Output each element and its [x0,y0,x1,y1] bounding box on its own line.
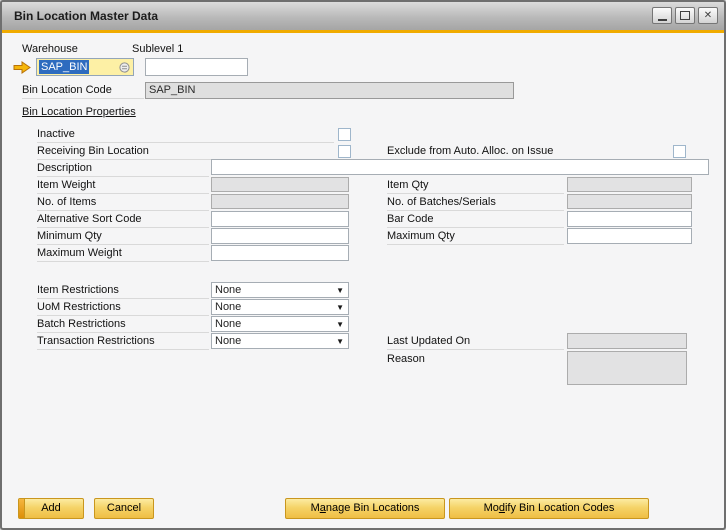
alternative-sort-code-input[interactable] [211,211,349,227]
warehouse-field[interactable]: SAP_BIN [36,58,134,76]
maximize-button[interactable] [675,7,695,24]
modify-bin-location-codes-button[interactable]: Modify Bin Location Codes [449,498,649,519]
description-input[interactable] [211,159,709,175]
minimum-qty-label: Minimum Qty [37,230,102,242]
title-bar: Bin Location Master Data ✕ [2,2,724,30]
section-title-bin-location-properties: Bin Location Properties [22,106,136,118]
row-underline [37,298,209,299]
bar-code-input[interactable] [567,211,692,227]
batch-restrictions-label: Batch Restrictions [37,318,126,330]
row-underline [37,227,209,228]
minimize-button[interactable] [652,7,672,24]
row-underline [387,210,564,211]
maximum-weight-input[interactable] [211,245,349,261]
description-label: Description [37,162,92,174]
row-underline [37,332,209,333]
chevron-down-icon: ▼ [336,286,344,295]
row-underline [37,261,209,262]
row-underline [387,227,564,228]
reason-label: Reason [387,353,425,365]
exclude-auto-alloc-checkbox[interactable] [673,145,686,158]
no-of-items-field [211,194,349,209]
window-title: Bin Location Master Data [14,2,158,30]
manage-bin-locations-label: Manage Bin Locations [311,502,420,514]
item-qty-field [567,177,692,192]
uom-restrictions-value: None [215,301,241,313]
reason-field [567,351,687,385]
row-underline [37,244,209,245]
row-underline [37,193,209,194]
transaction-restrictions-select[interactable]: None ▼ [211,333,349,349]
transaction-restrictions-label: Transaction Restrictions [37,335,155,347]
row-underline [37,315,209,316]
inactive-label: Inactive [37,128,75,140]
last-updated-on-field [567,333,687,349]
uom-restrictions-select[interactable]: None ▼ [211,299,349,315]
no-of-batches-serials-field [567,194,692,209]
uom-restrictions-label: UoM Restrictions [37,301,121,313]
row-underline [387,349,564,350]
item-weight-field [211,177,349,192]
row-underline [37,349,209,350]
add-button-label: Add [41,502,61,514]
maximum-qty-label: Maximum Qty [387,230,455,242]
maximize-icon [680,11,690,20]
row-underline [37,210,209,211]
last-updated-on-label: Last Updated On [387,335,470,347]
row-underline [387,244,564,245]
item-restrictions-value: None [215,284,241,296]
item-restrictions-select[interactable]: None ▼ [211,282,349,298]
minimum-qty-input[interactable] [211,228,349,244]
batch-restrictions-value: None [215,318,241,330]
bar-code-label: Bar Code [387,213,433,225]
bin-location-master-data-window: Bin Location Master Data ✕ Warehouse Sub… [0,0,726,530]
batch-restrictions-select[interactable]: None ▼ [211,316,349,332]
row-underline [387,193,564,194]
chevron-down-icon: ▼ [336,303,344,312]
item-qty-label: Item Qty [387,179,429,191]
warehouse-value: SAP_BIN [39,60,89,74]
close-button[interactable]: ✕ [698,7,718,24]
link-arrow-icon[interactable] [13,61,31,79]
bin-location-code-label: Bin Location Code [22,84,112,96]
modify-bin-location-codes-label: Modify Bin Location Codes [484,502,615,514]
chevron-down-icon: ▼ [336,320,344,329]
no-of-batches-serials-label: No. of Batches/Serials [387,196,496,208]
sublevel-label: Sublevel 1 [132,43,183,55]
row-underline [37,176,209,177]
receiving-bin-location-checkbox[interactable] [338,145,351,158]
row-underline [22,98,144,99]
maximum-qty-input[interactable] [567,228,692,244]
bin-location-code-field: SAP_BIN [145,82,514,99]
minimize-icon [658,19,667,21]
close-icon: ✕ [704,11,712,21]
no-of-items-label: No. of Items [37,196,96,208]
maximum-weight-label: Maximum Weight [37,247,122,259]
sublevel-input[interactable] [145,58,248,76]
chevron-down-icon: ▼ [336,337,344,346]
row-underline [37,142,334,143]
window-controls: ✕ [652,7,718,24]
add-button[interactable]: Add [18,498,84,519]
transaction-restrictions-value: None [215,335,241,347]
item-weight-label: Item Weight [37,179,96,191]
alternative-sort-code-label: Alternative Sort Code [37,213,142,225]
default-button-strip [19,499,25,518]
manage-bin-locations-button[interactable]: Manage Bin Locations [285,498,445,519]
warehouse-label: Warehouse [22,43,78,55]
item-restrictions-label: Item Restrictions [37,284,119,296]
exclude-auto-alloc-label: Exclude from Auto. Alloc. on Issue [387,145,553,157]
inactive-checkbox[interactable] [338,128,351,141]
choose-from-list-icon[interactable] [119,62,130,76]
receiving-bin-location-label: Receiving Bin Location [37,145,149,157]
cancel-button-label: Cancel [107,502,141,514]
cancel-button[interactable]: Cancel [94,498,154,519]
gold-accent-line [2,30,724,33]
